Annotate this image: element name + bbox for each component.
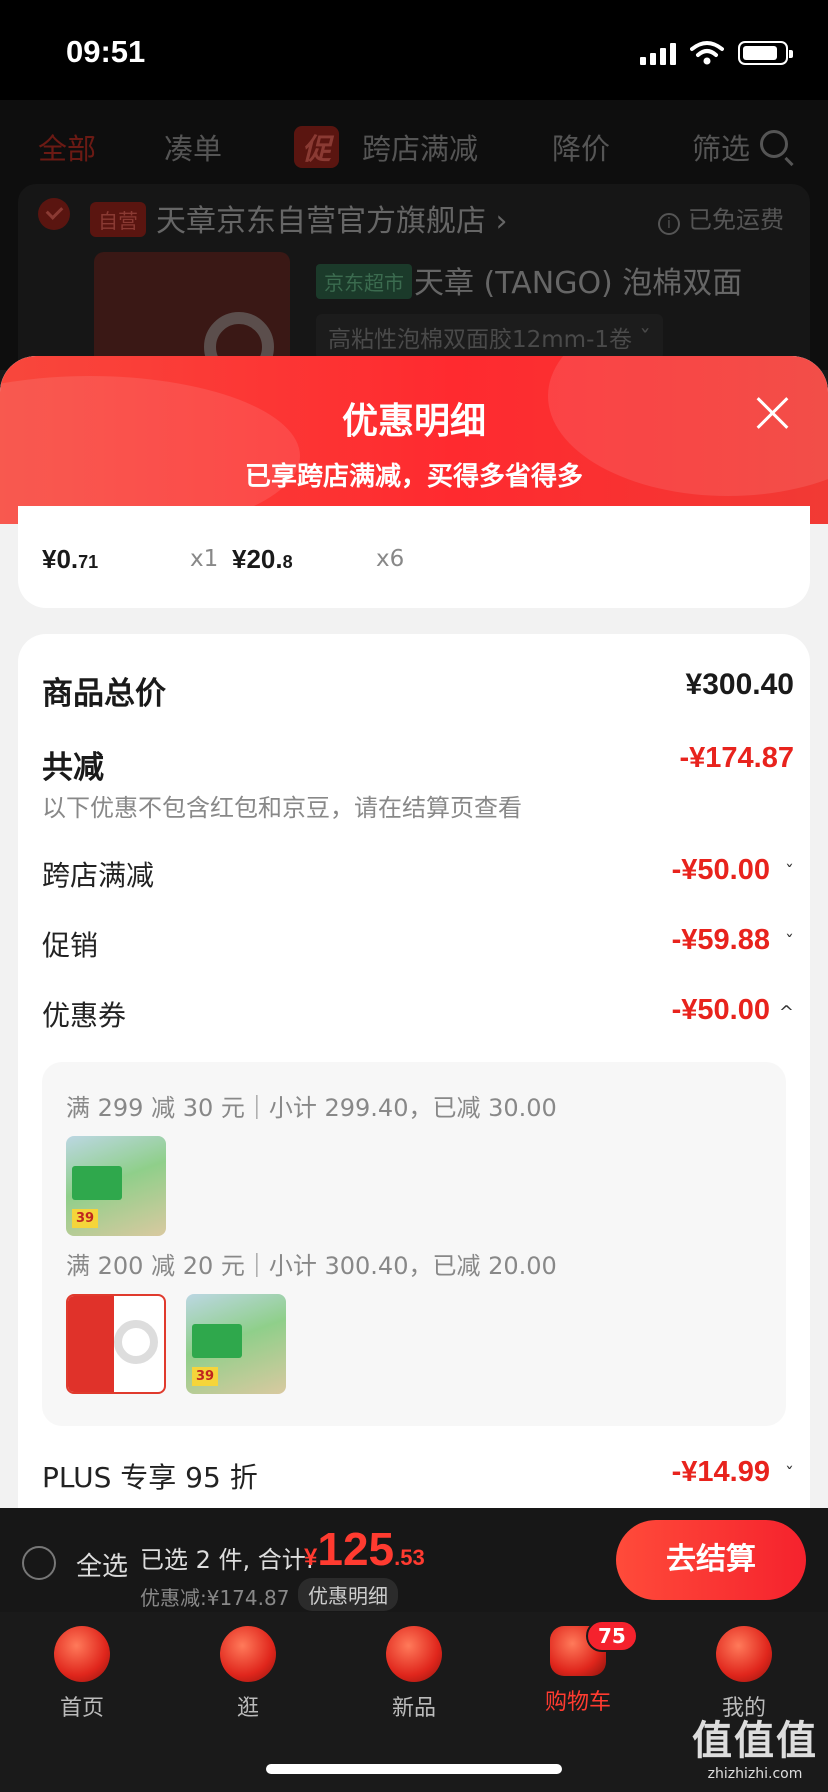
line-value: -¥59.88 [671, 924, 770, 956]
select-all-radio[interactable] [22, 1546, 56, 1580]
reduce-label: 共减 [42, 750, 104, 786]
free-shipping: i 已免运费 [658, 200, 784, 235]
signal-icon [640, 41, 676, 65]
home-indicator [266, 1764, 562, 1774]
profile-icon [716, 1626, 772, 1682]
product-spec[interactable]: 高粘性泡棉双面胶12mm-1卷 ˇ [316, 314, 663, 360]
line-value: -¥14.99 [671, 1456, 770, 1488]
discount-detail-sheet: 优惠明细 已享跨店满减，买得多省得多 ¥0.71 x1 ¥20.8 x6 商品总… [0, 356, 828, 1508]
filter-combine[interactable]: 凑单 [164, 126, 222, 168]
reduce-row: 共减 -¥174.87 [42, 742, 802, 787]
filter-cross-store[interactable]: 跨店满减 [362, 126, 478, 168]
status-bar: 09:51 [0, 0, 828, 100]
wifi-icon [690, 41, 724, 65]
self-operated-badge: 自营 [90, 202, 146, 237]
coupon-details: 满 299 减 30 元｜小计 299.40，已减 30.00 39 满 200… [42, 1062, 786, 1426]
select-all-label[interactable]: 全选 [76, 1546, 128, 1583]
product-thumbnail[interactable]: 39 [186, 1294, 286, 1394]
summary-card: 商品总价 ¥300.40 共减 -¥174.87 以下优惠不包含红包和京豆，请在… [18, 634, 810, 1508]
browse-icon [220, 1626, 276, 1682]
coupon-line: 满 299 减 30 元｜小计 299.40，已减 30.00 [66, 1094, 557, 1122]
tab-new[interactable]: 新品 [354, 1626, 474, 1722]
store-checkbox[interactable] [38, 198, 70, 230]
sheet-header: 优惠明细 已享跨店满减，买得多省得多 [0, 356, 828, 524]
coupon-line: 满 200 减 20 元｜小计 300.40，已减 20.00 [66, 1252, 557, 1280]
checkout-button[interactable]: 去结算 [616, 1520, 806, 1600]
filter-all[interactable]: 全部 [38, 126, 96, 168]
status-time: 09:51 [66, 34, 146, 69]
channel-badge: 京东超市 [316, 264, 412, 299]
close-icon[interactable] [754, 394, 792, 432]
line-label: 促销 [42, 929, 99, 962]
tab-browse[interactable]: 逛 [188, 1626, 308, 1722]
item-qty: x1 [190, 546, 219, 572]
tab-bar: 首页 逛 新品 75 购物车 我的 值值值 zhizhizhi.com [0, 1612, 828, 1792]
store-name[interactable]: 天章京东自营官方旗舰店 › [156, 196, 508, 240]
discount-summary: 优惠减:¥174.87 [140, 1586, 290, 1610]
battery-icon [738, 41, 793, 65]
cart-background: 全部 凑单 促 跨店满减 降价 筛选 自营 天章京东自营官方旗舰店 › i 已免运… [0, 100, 828, 432]
status-icons [640, 40, 793, 66]
tab-home[interactable]: 首页 [22, 1626, 142, 1722]
line-label: PLUS 专享 95 折 [42, 1461, 258, 1494]
discount-line-coupon[interactable]: 优惠券 -¥50.00 ^ [42, 994, 802, 1034]
product-title[interactable]: 天章 (TANGO) 泡棉双面 [414, 258, 742, 302]
items-card: ¥0.71 x1 ¥20.8 x6 [18, 506, 810, 608]
checkout-bar: 全选 已选 2 件, 合计: ¥125.53 优惠减:¥174.87 优惠明细 … [0, 1508, 828, 1612]
discount-detail-button[interactable]: 优惠明细 [298, 1578, 398, 1611]
item-price: ¥0.71 [42, 544, 99, 574]
watermark: 值值值 zhizhizhi.com [692, 1718, 818, 1782]
discount-line-promo[interactable]: 促销 -¥59.88 ˇ [42, 924, 802, 964]
filter-price-drop[interactable]: 降价 [552, 126, 610, 168]
cart-count-badge: 75 [586, 1620, 638, 1652]
total-amount: ¥125.53 [304, 1523, 425, 1575]
item-qty: x6 [376, 546, 405, 572]
line-label: 优惠券 [42, 999, 127, 1032]
total-label: 商品总价 [42, 676, 166, 712]
line-value: -¥50.00 [671, 994, 770, 1026]
selected-info: 已选 2 件, 合计: [140, 1546, 314, 1574]
discount-line-plus[interactable]: PLUS 专享 95 折 -¥14.99 ˇ [42, 1456, 802, 1496]
chevron-up-icon[interactable]: ^ [779, 1002, 794, 1023]
sheet-subtitle: 已享跨店满减，买得多省得多 [244, 462, 583, 492]
total-value: ¥300.40 [685, 668, 794, 701]
line-label: 跨店满减 [42, 859, 155, 892]
home-icon [54, 1626, 110, 1682]
chevron-down-icon[interactable]: ˇ [785, 862, 794, 883]
reduce-note: 以下优惠不包含红包和京豆，请在结算页查看 [42, 794, 522, 822]
info-icon: i [658, 213, 680, 235]
reduce-value: -¥174.87 [679, 742, 795, 774]
filter-button[interactable]: 筛选 [692, 126, 750, 168]
product-thumbnail[interactable]: 39 [66, 1136, 166, 1236]
total-row: 商品总价 ¥300.40 [42, 668, 802, 713]
new-icon [386, 1626, 442, 1682]
filter-row: 全部 凑单 促 跨店满减 降价 筛选 [0, 126, 828, 176]
sheet-title: 优惠明细 [341, 401, 486, 442]
product-thumbnail[interactable] [66, 1294, 166, 1394]
tab-cart[interactable]: 75 购物车 [518, 1620, 638, 1716]
discount-line-cross-store[interactable]: 跨店满减 -¥50.00 ˇ [42, 854, 802, 894]
search-icon[interactable] [760, 130, 788, 158]
chevron-down-icon[interactable]: ˇ [785, 1464, 794, 1485]
chevron-down-icon[interactable]: ˇ [785, 932, 794, 953]
line-value: -¥50.00 [671, 854, 770, 886]
item-price: ¥20.8 [232, 544, 293, 574]
promo-badge: 促 [294, 126, 340, 168]
